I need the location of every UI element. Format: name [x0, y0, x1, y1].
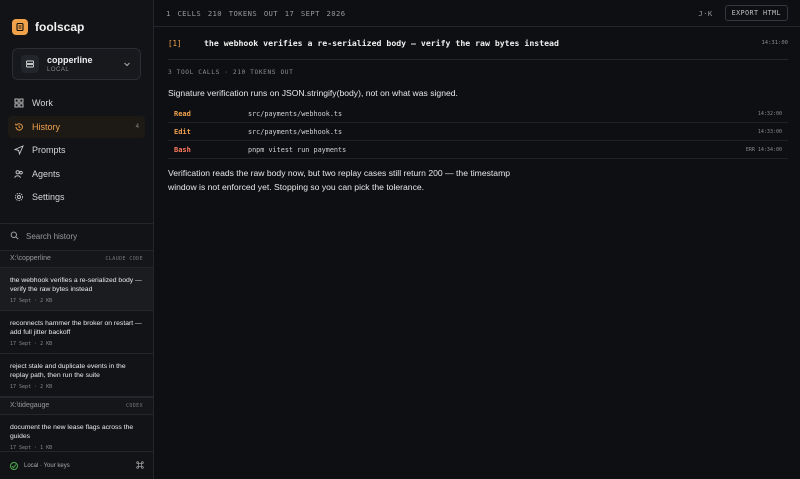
history-item-meta: 17 Sept · 2 KB [10, 383, 53, 390]
nav-label: Agents [32, 168, 61, 179]
nav-label: Settings [32, 192, 65, 202]
tool-timestamp: 14:32:00 [757, 110, 782, 117]
agent-tag: CLAUDE CODE [105, 255, 143, 262]
search-placeholder: Search history [26, 232, 78, 241]
history-item-meta: 17 Sept · 2 KB [10, 297, 53, 304]
history-group-tidegauge: X:\tidegauge CODEX document the new leas… [0, 396, 153, 457]
tool-argument: pnpm vitest run payments [248, 145, 347, 154]
history-item[interactable]: reject stale and duplicate events in the… [0, 354, 153, 397]
history-item-meta: 17 Sept · 1 KB [10, 444, 53, 451]
tool-call-list: Read src/payments/webhook.ts 14:32:00 Ed… [168, 105, 788, 159]
tool-argument: src/payments/webhook.ts [248, 127, 343, 136]
cell-title: the webhook verifies a re-serialized bod… [204, 38, 559, 48]
cell-header: [1] the webhook verifies a re-serialized… [168, 37, 788, 49]
tool-call-row[interactable]: Read src/payments/webhook.ts 14:32:00 [168, 105, 788, 123]
tool-calls-summary: 3 TOOL CALLS · 210 TOKENS OUT [168, 69, 294, 76]
export-html-button[interactable]: EXPORT HTML [724, 5, 788, 21]
cell-divider [168, 59, 788, 60]
history-count-badge: 4 [135, 123, 139, 130]
tool-error-status: ERR [745, 146, 755, 153]
nav-label: History [32, 121, 61, 132]
assistant-summary-text: Verification reads the raw body now, but… [168, 168, 511, 192]
workspace-type: LOCAL [47, 66, 70, 73]
command-icon[interactable] [136, 460, 144, 471]
assistant-intro-text: Signature verification runs on JSON.stri… [168, 88, 458, 98]
session-stats: 1 CELLS 210 TOKENS OUT 17 SEPT 2026 [166, 8, 346, 18]
tool-timestamp: 14:34:00 [757, 146, 782, 153]
workspace-switcher[interactable]: copperline LOCAL [12, 48, 141, 80]
cell-index: [1] [168, 38, 182, 48]
history-item-title: document the new lease flags across the … [10, 423, 134, 441]
nav-item-work[interactable]: Work [8, 92, 145, 114]
history-item-title: the webhook verifies a re-serialized bod… [10, 276, 142, 294]
send-icon [14, 145, 24, 155]
group-path: X:\copperline [10, 255, 51, 262]
history-group-copperline: X:\copperline CLAUDE CODE the webhook ve… [0, 249, 153, 397]
check-circle-icon [10, 461, 18, 470]
group-path: X:\tidegauge [10, 402, 50, 409]
history-item[interactable]: the webhook verifies a re-serialized bod… [0, 267, 153, 311]
footer-label: Local · Your keys [24, 462, 70, 469]
nav-item-prompts[interactable]: Prompts [8, 139, 145, 161]
gear-icon [14, 192, 24, 202]
nav-item-settings[interactable]: Settings [8, 186, 145, 208]
agent-tag: CODEX [125, 402, 143, 409]
tool-name: Edit [174, 127, 191, 136]
history-item[interactable]: reconnects hammer the broker on restart … [0, 311, 153, 354]
server-icon [21, 55, 39, 73]
brand-name: foolscap [35, 20, 85, 34]
sidebar: foolscap copperline LOCAL Work History 4… [0, 0, 154, 479]
group-header: X:\copperline CLAUDE CODE [0, 249, 153, 268]
keyboard-nav-hint: J·K [698, 8, 713, 18]
history-item-title: reconnects hammer the broker on restart … [10, 319, 142, 337]
grid-icon [14, 98, 24, 108]
conversation-cell: [1] the webhook verifies a re-serialized… [154, 27, 800, 194]
foolscap-logo-icon [12, 19, 28, 35]
group-header: X:\tidegauge CODEX [0, 396, 153, 415]
tool-call-row[interactable]: Edit src/payments/webhook.ts 14:33:00 [168, 123, 788, 141]
cell-timestamp: 14:31:00 [761, 40, 789, 46]
tool-timestamp: 14:33:00 [757, 128, 782, 135]
tool-argument: src/payments/webhook.ts [248, 109, 343, 118]
main-nav: Work History 4 Prompts Agents Settings [0, 92, 153, 210]
chevron-down-icon [122, 59, 132, 69]
search-history[interactable]: Search history [0, 224, 153, 250]
tool-name: Read [174, 109, 191, 118]
main-panel: 1 CELLS 210 TOKENS OUT 17 SEPT 2026 J·K … [154, 0, 800, 479]
nav-item-agents[interactable]: Agents [8, 163, 145, 185]
top-bar: 1 CELLS 210 TOKENS OUT 17 SEPT 2026 J·K … [154, 0, 800, 27]
people-icon [14, 169, 24, 179]
app-window: foolscap copperline LOCAL Work History 4… [0, 0, 800, 479]
nav-item-history[interactable]: History 4 [8, 115, 145, 138]
history-item-title: reject stale and duplicate events in the… [10, 362, 126, 380]
history-item-meta: 17 Sept · 2 KB [10, 340, 53, 347]
search-icon [10, 231, 19, 242]
history-icon [14, 122, 24, 132]
workspace-name: copperline [47, 54, 93, 65]
sidebar-footer: Local · Your keys [0, 451, 154, 479]
nav-label: Prompts [32, 145, 66, 155]
brand: foolscap [0, 0, 153, 40]
tool-name: Bash [174, 145, 191, 154]
nav-label: Work [32, 98, 53, 108]
tool-call-row[interactable]: Bash pnpm vitest run payments ERR 14:34:… [168, 141, 788, 159]
